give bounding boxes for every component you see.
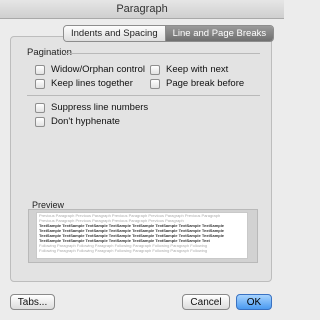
checkbox-box[interactable] (150, 78, 160, 89)
dont-hyphenate-checkbox[interactable]: Don't hyphenate (35, 116, 120, 127)
suppress-line-numbers-label: Suppress line numbers (51, 102, 149, 113)
dont-hyphenate-label: Don't hyphenate (51, 116, 120, 127)
checkbox-box[interactable] (35, 78, 45, 89)
page-break-before-label: Page break before (166, 78, 245, 89)
ok-button[interactable]: OK (236, 294, 272, 310)
page-break-before-checkbox[interactable]: Page break before (150, 78, 244, 89)
checkbox-box[interactable] (150, 64, 160, 75)
checkbox-box[interactable] (35, 102, 45, 113)
preview-page: Previous Paragraph Previous Paragraph Pr… (36, 212, 248, 259)
keep-with-next-label: Keep with next (166, 64, 229, 75)
pagination-divider (64, 53, 260, 54)
cancel-button[interactable]: Cancel (182, 294, 230, 310)
tab-indents-and-spacing[interactable]: Indents and Spacing (64, 26, 165, 41)
widow-orphan-control-label: Widow/Orphan control (51, 64, 145, 75)
checkbox-box[interactable] (35, 64, 45, 75)
tabs-button[interactable]: Tabs... (10, 294, 55, 310)
suppress-line-numbers-checkbox[interactable]: Suppress line numbers (35, 102, 148, 113)
options-divider (27, 95, 260, 96)
keep-lines-together-label: Keep lines together (51, 78, 133, 89)
preview-line-following: Following Paragraph Following Paragraph … (39, 248, 208, 253)
checkbox-box[interactable] (35, 116, 45, 127)
tab-line-and-page-breaks[interactable]: Line and Page Breaks (164, 26, 274, 41)
widow-orphan-control-checkbox[interactable]: Widow/Orphan control (35, 64, 145, 75)
tab-bar: Indents and Spacing Line and Page Breaks (63, 25, 275, 42)
keep-lines-together-checkbox[interactable]: Keep lines together (35, 78, 133, 89)
keep-with-next-checkbox[interactable]: Keep with next (150, 64, 228, 75)
window-title: Paragraph (0, 0, 284, 19)
